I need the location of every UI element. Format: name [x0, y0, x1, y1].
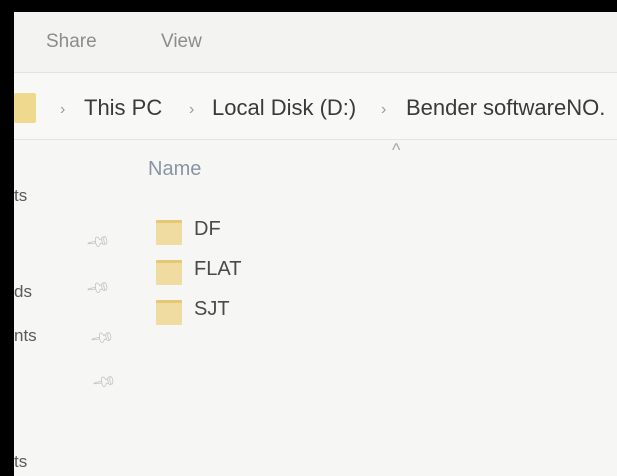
folder-name: DF [194, 218, 221, 240]
navigation-pane: ts 📌︎ ds 📌︎ nts 📌︎ 📌︎ ts [14, 140, 132, 476]
column-header-name[interactable]: Name [148, 158, 201, 181]
folder-row-sjt[interactable]: SJT [156, 298, 356, 326]
nav-item[interactable]: ts [14, 452, 27, 472]
tab-share[interactable]: Share [46, 31, 97, 53]
tab-view[interactable]: View [161, 31, 202, 53]
address-bar[interactable]: › This PC › Local Disk (D:) › Bender sof… [14, 73, 617, 140]
sort-ascending-icon: ^ [392, 140, 401, 160]
folder-name: SJT [194, 298, 230, 320]
pin-icon[interactable]: 📌︎ [88, 324, 116, 352]
file-list: ^ Name DF FLAT SJT [132, 140, 617, 476]
folder-icon [156, 260, 182, 285]
breadcrumb-separator-icon[interactable]: › [381, 101, 386, 119]
breadcrumb-local-disk[interactable]: Local Disk (D:) [212, 95, 356, 121]
file-explorer-window: Share View › This PC › Local Disk (D:) ›… [14, 12, 617, 476]
folder-icon [156, 300, 182, 325]
folder-icon [156, 220, 182, 245]
breadcrumb-separator-icon[interactable]: › [189, 101, 194, 119]
nav-item-documents[interactable]: nts [14, 326, 37, 346]
pin-icon[interactable]: 📌︎ [90, 368, 118, 396]
nav-item-downloads[interactable]: ds [14, 282, 32, 302]
folder-row-df[interactable]: DF [156, 218, 356, 246]
pin-icon[interactable]: 📌︎ [84, 228, 112, 256]
breadcrumb-this-pc[interactable]: This PC [84, 95, 162, 121]
nav-item[interactable]: ts [14, 186, 27, 206]
breadcrumb-current-folder[interactable]: Bender softwareNO. [406, 95, 605, 121]
folder-name: FLAT [194, 258, 242, 280]
pin-icon[interactable]: 📌︎ [84, 274, 112, 302]
folder-row-flat[interactable]: FLAT [156, 258, 356, 286]
ribbon-bar: Share View [14, 12, 617, 73]
breadcrumb-separator-icon[interactable]: › [60, 101, 65, 119]
folder-icon [14, 93, 36, 123]
